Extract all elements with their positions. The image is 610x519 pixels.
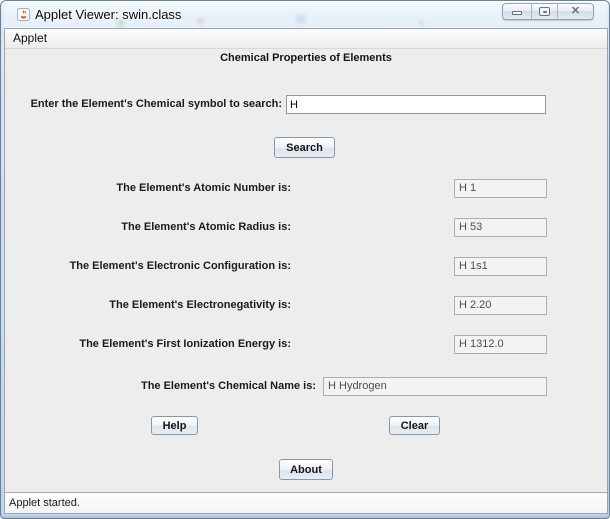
minimize-icon	[512, 11, 522, 15]
result-label: The Element's Chemical Name is:	[140, 380, 316, 392]
search-label: Enter the Element's Chemical symbol to s…	[30, 98, 282, 110]
result-field: H Hydrogen	[323, 377, 547, 396]
status-bar: Applet started.	[5, 492, 607, 513]
result-row-atomic-number: The Element's Atomic Number is: H 1	[5, 179, 607, 198]
close-button[interactable]: ✕	[557, 4, 593, 19]
result-row-electronic-configuration: The Element's Electronic Configuration i…	[5, 257, 607, 276]
maximize-button[interactable]	[531, 4, 557, 19]
status-text: Applet started.	[9, 497, 80, 509]
result-field: H 1s1	[454, 257, 547, 276]
clear-button[interactable]: Clear	[389, 416, 440, 435]
result-field: H 1	[454, 179, 547, 198]
result-field: H 53	[454, 218, 547, 237]
applet-client-area: Applet Chemical Properties of Elements E…	[5, 29, 607, 513]
menu-item-applet[interactable]: Applet	[7, 29, 53, 48]
result-row-atomic-radius: The Element's Atomic Radius is: H 53	[5, 218, 607, 237]
window-title: Applet Viewer: swin.class	[35, 7, 182, 22]
minimize-button[interactable]	[503, 4, 531, 19]
menubar: Applet	[5, 29, 607, 49]
result-row-chemical-name: The Element's Chemical Name is: H Hydrog…	[5, 377, 607, 396]
java-applet-icon	[17, 8, 30, 21]
result-field: H 1312.0	[454, 335, 547, 354]
close-icon: ✕	[570, 5, 581, 17]
result-label: The Element's Atomic Radius is:	[121, 221, 291, 233]
maximize-icon	[539, 7, 550, 16]
result-label: The Element's First Ionization Energy is…	[79, 338, 291, 350]
search-input[interactable]	[286, 95, 546, 114]
result-label: The Element's Atomic Number is:	[116, 182, 291, 194]
result-row-electronegativity: The Element's Electronegativity is: H 2.…	[5, 296, 607, 315]
search-button[interactable]: Search	[274, 137, 335, 158]
about-button[interactable]: About	[279, 459, 333, 480]
result-label: The Element's Electronegativity is:	[109, 299, 291, 311]
page-title: Chemical Properties of Elements	[220, 52, 392, 64]
result-label: The Element's Electronic Configuration i…	[69, 260, 291, 272]
result-field: H 2.20	[454, 296, 547, 315]
titlebar[interactable]: Applet Viewer: swin.class ✕	[1, 1, 609, 29]
result-row-first-ionization-energy: The Element's First Ionization Energy is…	[5, 335, 607, 354]
applet-viewer-window: Applet Viewer: swin.class ✕ Applet Chemi…	[0, 0, 610, 519]
caption-buttons: ✕	[502, 3, 594, 20]
help-button[interactable]: Help	[151, 416, 198, 435]
